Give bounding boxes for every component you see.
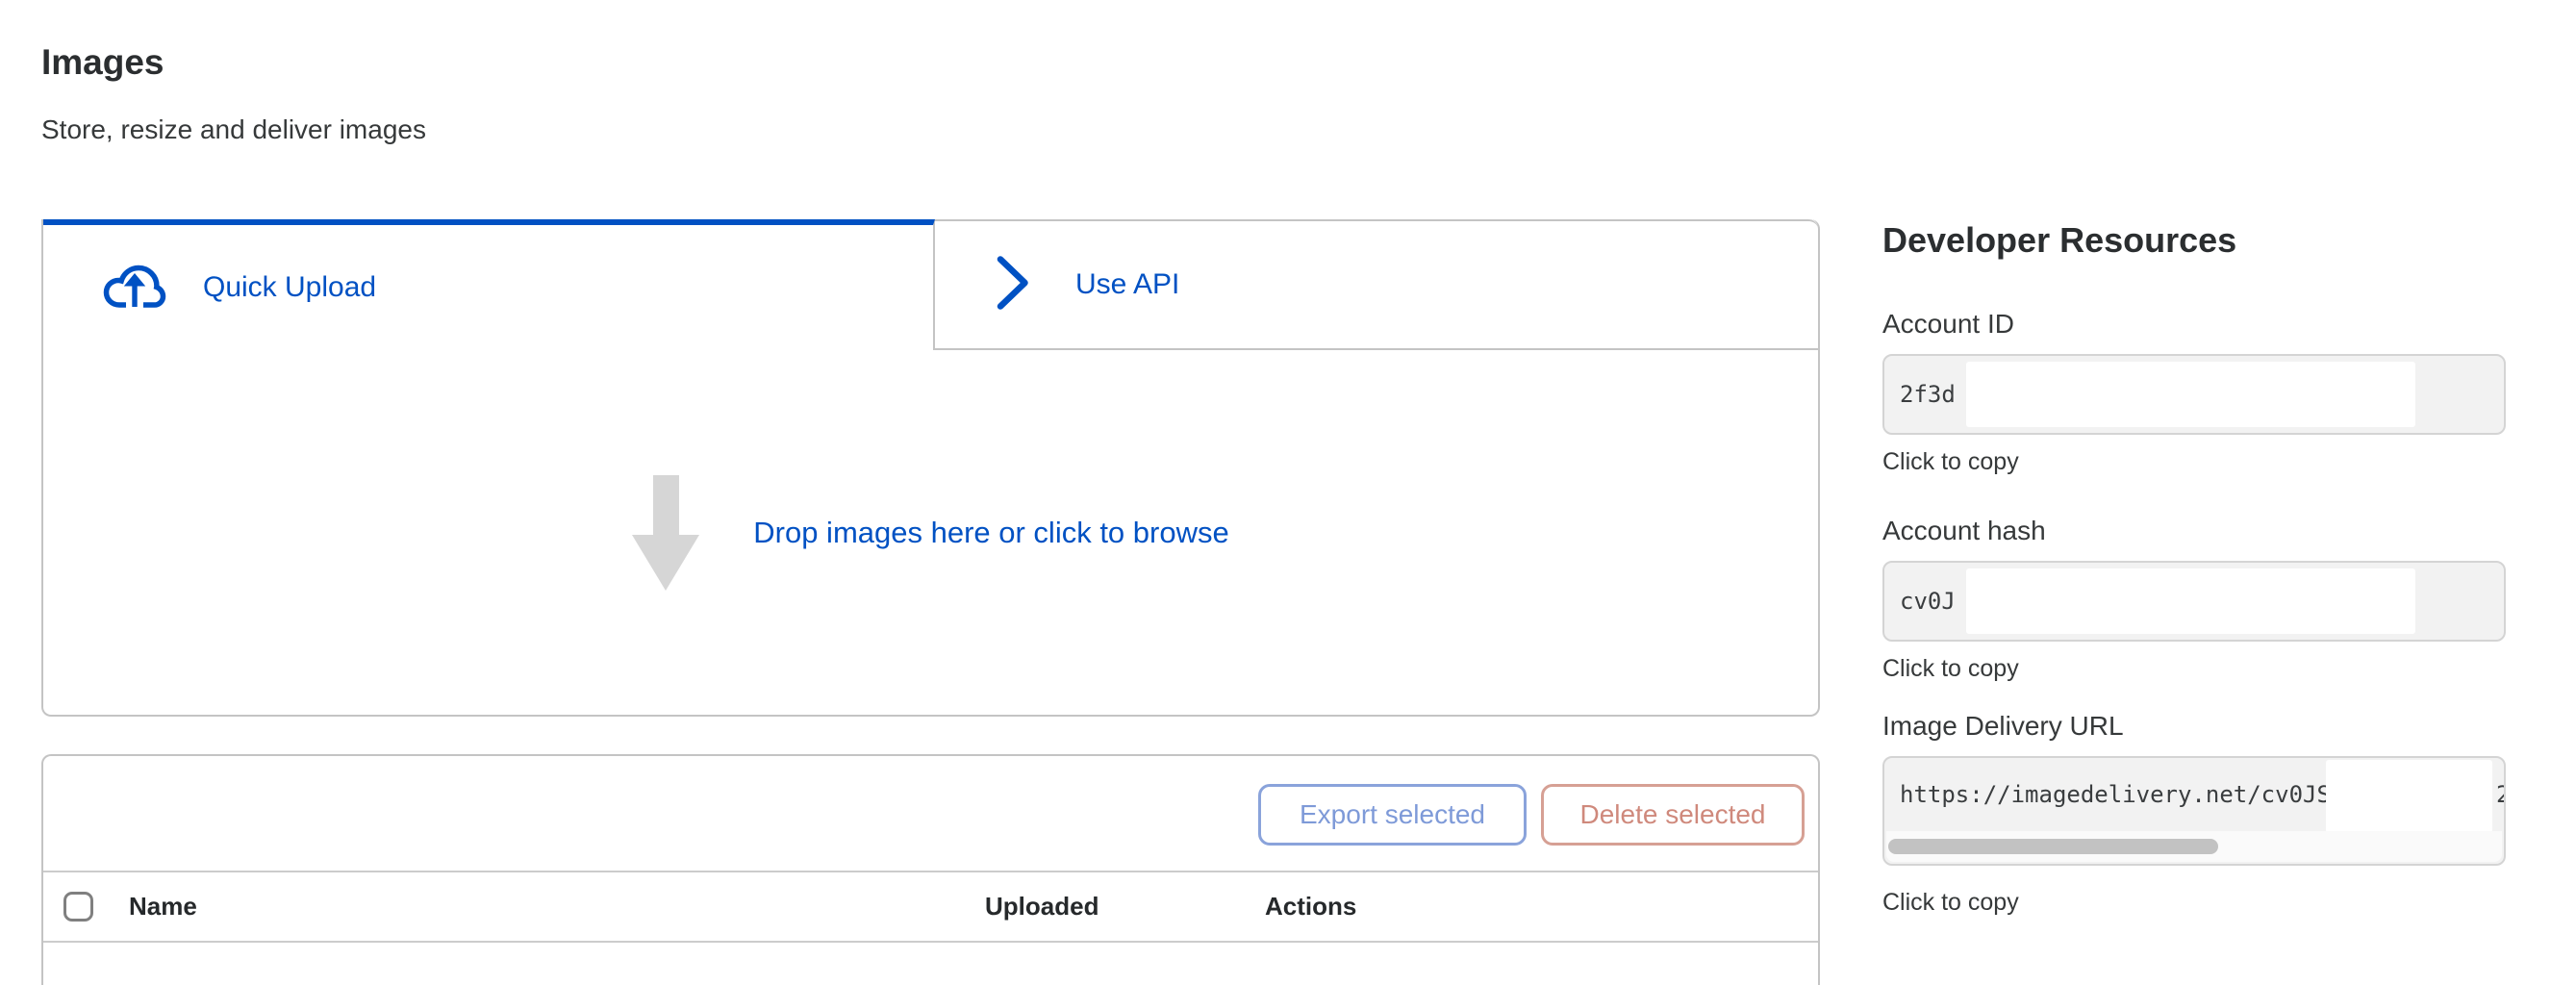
redaction-overlay (2326, 760, 2492, 833)
down-arrow-icon (632, 475, 699, 591)
delete-selected-button[interactable]: Delete selected (1541, 784, 1805, 846)
table-header-row: Name Uploaded Actions (43, 871, 1818, 943)
tab-quick-upload-label: Quick Upload (203, 271, 376, 304)
tab-use-api-label: Use API (1075, 268, 1179, 301)
horizontal-scrollbar-thumb[interactable] (1888, 839, 2218, 854)
copy-hint: Click to copy (1882, 889, 2506, 917)
horizontal-scrollbar-track (1886, 831, 2502, 862)
image-delivery-url-value: https://imagedelivery.net/cv0JSj (1900, 758, 2344, 831)
account-hash-input[interactable]: cv0J (1882, 561, 2506, 642)
images-table-card: Export selected Delete selected Name Upl… (41, 754, 1820, 985)
redaction-overlay (1966, 568, 2415, 634)
page-subtitle: Store, resize and deliver images (41, 114, 1820, 146)
account-id-input[interactable]: 2f3d (1882, 354, 2506, 435)
account-hash-value: cv0J (1900, 563, 1956, 640)
redaction-overlay (1966, 362, 2415, 427)
cloud-upload-icon (103, 261, 166, 316)
developer-resources-panel: Developer Resources Account ID 2f3d Clic… (1882, 0, 2506, 917)
column-header-actions: Actions (1265, 892, 1356, 922)
page-title: Images (41, 42, 1820, 83)
main-column: Images Store, resize and deliver images (41, 0, 1820, 146)
export-selected-button[interactable]: Export selected (1258, 784, 1527, 846)
copy-hint: Click to copy (1882, 448, 2506, 476)
tab-quick-upload[interactable]: Quick Upload (43, 219, 935, 350)
account-id-label: Account ID (1882, 308, 2506, 341)
image-delivery-url-field: Image Delivery URL https://imagedelivery… (1882, 710, 2506, 917)
account-hash-field: Account hash cv0J Click to copy (1882, 515, 2506, 683)
account-hash-label: Account hash (1882, 515, 2506, 547)
select-all-checkbox[interactable] (63, 892, 93, 922)
dropzone-text: Drop images here or click to browse (753, 516, 1228, 550)
developer-resources-title: Developer Resources (1882, 219, 2506, 262)
image-delivery-url-label: Image Delivery URL (1882, 710, 2506, 743)
dropzone[interactable]: Drop images here or click to browse (43, 350, 1818, 715)
account-id-value: 2f3d (1900, 356, 1956, 433)
upload-card: Quick Upload Use API Drop images here or… (41, 219, 1820, 717)
chevron-right-icon (997, 256, 1029, 315)
upload-tabs: Quick Upload Use API (43, 219, 1818, 350)
tab-use-api[interactable]: Use API (935, 219, 1818, 350)
image-delivery-url-input[interactable]: https://imagedelivery.net/cv0JSj 2 (1882, 756, 2506, 866)
clipped-character: 2 (2496, 758, 2506, 831)
column-header-name: Name (129, 892, 197, 922)
column-header-uploaded: Uploaded (985, 892, 1099, 922)
account-id-field: Account ID 2f3d Click to copy (1882, 308, 2506, 476)
table-actions-row: Export selected Delete selected (43, 756, 1818, 871)
copy-hint: Click to copy (1882, 655, 2506, 683)
